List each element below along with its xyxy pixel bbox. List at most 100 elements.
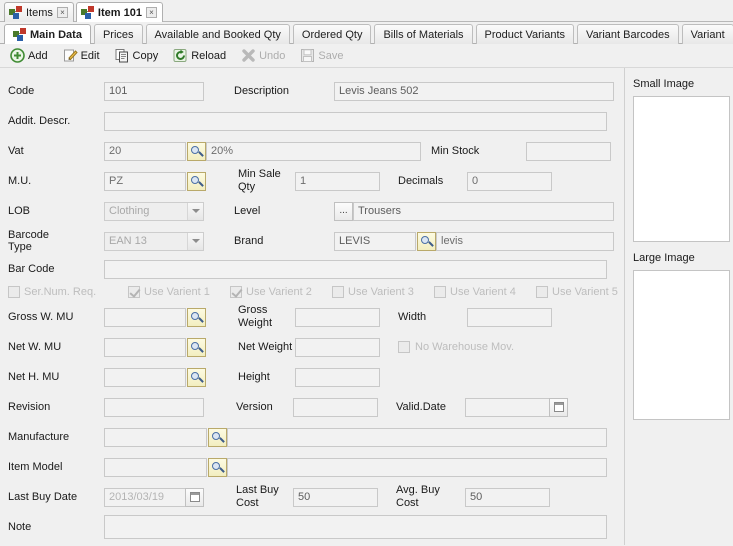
edit-button[interactable]: Edit [61, 47, 102, 64]
vat-lookup-icon[interactable] [187, 141, 206, 161]
tab-product-variants[interactable]: Product Variants [475, 24, 575, 44]
net-h-mu-lookup-icon[interactable] [187, 367, 206, 387]
gross-w-mu-field[interactable] [104, 307, 186, 327]
row-gross-w-mu: Gross W. MU Gross Weight Width [0, 302, 624, 332]
tab-label: Ordered Qty [301, 28, 363, 41]
tab-available-and-booked-qty[interactable]: Available and Booked Qty [145, 24, 290, 44]
save-button: Save [298, 47, 345, 64]
level-field[interactable]: Trousers [353, 201, 614, 221]
bar-code-field[interactable] [104, 259, 607, 279]
brand-label: Brand [234, 234, 264, 247]
decimals-field[interactable]: 0 [467, 171, 552, 191]
item-model-field[interactable] [104, 457, 207, 477]
checkbox-label: Use Varient 1 [144, 286, 210, 298]
copy-button[interactable]: Copy [113, 47, 161, 64]
row-code: Code 101 Description Levis Jeans 502 [0, 76, 624, 106]
reload-button[interactable]: Reload [171, 47, 228, 64]
last-buy-date-field[interactable]: 2013/03/19 [104, 487, 186, 507]
tab-variant-barcodes[interactable]: Variant Barcodes [577, 24, 679, 44]
small-image-box[interactable] [633, 96, 730, 242]
checkbox-label: No Warehouse Mov. [415, 341, 515, 353]
chevron-down-icon [187, 232, 203, 250]
row-note: Note [0, 512, 624, 542]
net-w-mu-lookup-icon[interactable] [187, 337, 206, 357]
level-browse-button[interactable]: ... [334, 201, 353, 221]
vat-field[interactable]: 20 [104, 141, 186, 161]
valid-date-calendar-icon[interactable] [549, 397, 568, 417]
close-icon[interactable]: × [145, 7, 157, 18]
net-weight-field[interactable] [295, 337, 380, 357]
window-tab-strip: Items × Item 101 × [0, 0, 733, 22]
revision-field[interactable] [104, 397, 204, 417]
large-image-box[interactable] [633, 270, 730, 420]
width-label: Width [398, 310, 427, 323]
net-h-mu-field[interactable] [104, 367, 186, 387]
close-icon[interactable]: × [56, 7, 68, 18]
add-icon [10, 48, 25, 63]
min-sale-qty-field[interactable]: 1 [295, 171, 380, 191]
gross-weight-label: Gross Weight [238, 304, 273, 329]
tab-variant[interactable]: Variant [681, 24, 733, 44]
tab-main-data[interactable]: Main Data [4, 24, 91, 44]
item-model-description-field [227, 457, 607, 477]
tab-label: Product Variants [484, 28, 566, 41]
add-button[interactable]: Add [8, 47, 50, 64]
addit-descr-field[interactable] [104, 111, 607, 131]
item-model-lookup-icon[interactable] [208, 457, 227, 477]
vat-description-field: 20% [206, 141, 421, 161]
small-image-label: Small Image [633, 78, 695, 90]
item-icon [80, 6, 94, 19]
lob-value: Clothing [109, 205, 150, 217]
min-stock-label: Min Stock [431, 144, 480, 157]
brand-lookup-icon[interactable] [417, 231, 436, 251]
description-field[interactable]: Levis Jeans 502 [334, 81, 614, 101]
checkbox-label: Ser.Num. Req. [24, 286, 97, 298]
window-tab-item-101[interactable]: Item 101 × [75, 2, 163, 22]
barcode-type-dropdown[interactable]: EAN 13 [104, 231, 204, 251]
mu-lookup-icon[interactable] [187, 171, 206, 191]
tab-bills-of-materials[interactable]: Bills of Materials [374, 24, 473, 44]
gross-weight-field[interactable] [295, 307, 380, 327]
row-revision: Revision Version Valid.Date [0, 392, 624, 422]
width-field[interactable] [467, 307, 552, 327]
barcode-type-label: Barcode Type [8, 228, 49, 253]
version-field[interactable] [293, 397, 378, 417]
note-field[interactable] [104, 515, 607, 539]
height-field[interactable] [295, 367, 380, 387]
brand-field[interactable]: LEVIS [334, 231, 416, 251]
manufacture-field[interactable] [104, 427, 207, 447]
checkbox-box [536, 286, 548, 298]
edit-icon [63, 48, 78, 63]
checkbox-use-variant-2: Use Varient 2 [230, 286, 332, 298]
manufacture-lookup-icon[interactable] [208, 427, 227, 447]
checkbox-box [398, 341, 410, 353]
min-sale-qty-label: Min Sale Qty [238, 168, 281, 193]
lob-dropdown[interactable]: Clothing [104, 201, 204, 221]
window-tab-items[interactable]: Items × [4, 2, 74, 22]
height-label: Height [238, 370, 270, 383]
checkbox-use-variant-3: Use Varient 3 [332, 286, 434, 298]
valid-date-field[interactable] [465, 397, 550, 417]
row-net-h-mu: Net H. MU Height [0, 362, 624, 392]
tab-prices[interactable]: Prices [93, 24, 143, 44]
row-vat: Vat 20 20% Min Stock [0, 136, 624, 166]
row-item-model: Item Model [0, 452, 624, 482]
net-w-mu-field[interactable] [104, 337, 186, 357]
tab-ordered-qty[interactable]: Ordered Qty [292, 24, 372, 44]
last-buy-date-calendar-icon[interactable] [185, 487, 204, 507]
checkbox-label: Use Varient 2 [246, 286, 312, 298]
last-buy-cost-field[interactable]: 50 [293, 487, 378, 507]
save-icon [300, 48, 315, 63]
row-manufacture: Manufacture [0, 422, 624, 452]
undo-icon [241, 48, 256, 63]
avg-buy-cost-field[interactable]: 50 [465, 487, 550, 507]
tab-label: Bills of Materials [383, 28, 464, 41]
gross-w-mu-lookup-icon[interactable] [187, 307, 206, 327]
min-stock-field[interactable] [526, 141, 611, 161]
code-field[interactable]: 101 [104, 81, 204, 101]
copy-icon [115, 48, 130, 63]
mu-field[interactable]: PZ [104, 171, 186, 191]
row-lob: LOB Clothing Level ... Trousers [0, 196, 624, 226]
toolbar-label: Edit [80, 49, 100, 62]
toolbar-label: Save [318, 49, 344, 62]
